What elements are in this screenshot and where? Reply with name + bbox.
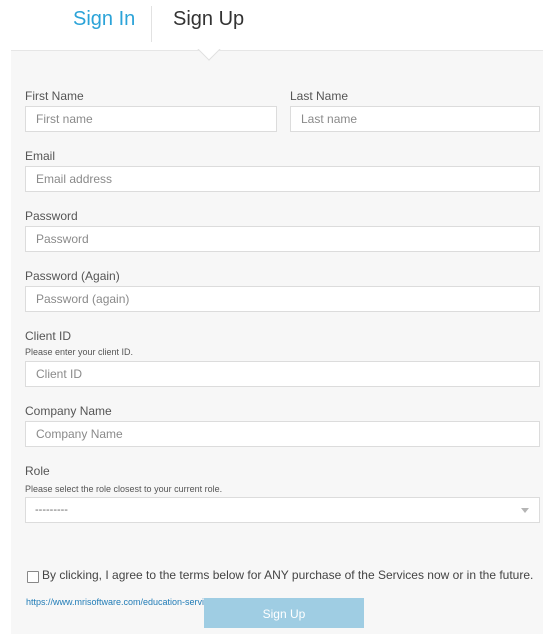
chevron-down-icon <box>521 508 529 513</box>
last-name-input[interactable] <box>290 106 540 132</box>
company-name-input[interactable] <box>25 421 540 447</box>
terms-text: By clicking, I agree to the terms below … <box>42 568 534 582</box>
client-id-input[interactable] <box>25 361 540 387</box>
signup-form-panel <box>11 50 543 634</box>
password-again-label: Password (Again) <box>25 269 120 283</box>
role-select[interactable]: --------- <box>25 497 540 523</box>
email-label: Email <box>25 149 56 163</box>
email-input[interactable] <box>25 166 540 192</box>
role-hint: Please select the role closest to your c… <box>25 484 223 494</box>
tab-sign-up[interactable]: Sign Up <box>173 8 244 31</box>
client-id-label: Client ID <box>25 329 72 343</box>
company-name-label: Company Name <box>25 404 112 418</box>
client-id-hint: Please enter your client ID. <box>25 347 134 357</box>
password-input[interactable] <box>25 226 540 252</box>
role-select-value: --------- <box>35 504 68 516</box>
tab-divider <box>151 6 152 42</box>
sign-up-button[interactable]: Sign Up <box>204 598 364 628</box>
auth-tabs: Sign In Sign Up <box>0 0 543 50</box>
active-tab-caret <box>196 49 222 63</box>
password-label: Password <box>25 209 78 223</box>
tab-sign-in[interactable]: Sign In <box>73 8 135 31</box>
password-again-input[interactable] <box>25 286 540 312</box>
last-name-label: Last Name <box>290 89 349 103</box>
role-label: Role <box>25 464 50 478</box>
first-name-label: First Name <box>25 89 84 103</box>
first-name-input[interactable] <box>25 106 277 132</box>
